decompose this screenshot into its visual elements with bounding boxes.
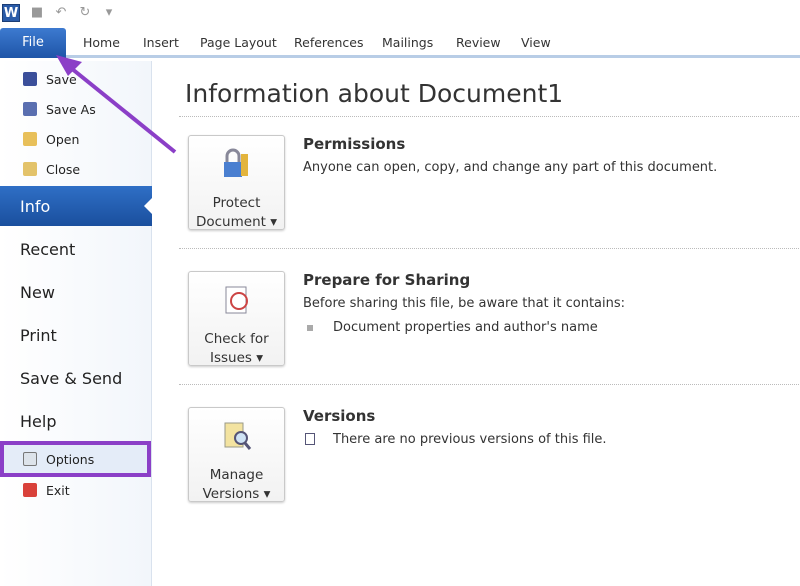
section-heading: Versions xyxy=(303,407,376,425)
versions-section: Versions There are no previous versions … xyxy=(303,407,607,450)
label: Manage xyxy=(209,467,264,483)
permissions-section: Permissions Anyone can open, copy, and c… xyxy=(303,135,717,178)
label: Close xyxy=(46,161,81,177)
section-heading: Prepare for Sharing xyxy=(303,271,471,289)
sidebar-item-recent[interactable]: Recent xyxy=(0,229,152,269)
sidebar-item-help[interactable]: Help xyxy=(0,401,152,441)
sidebar-item-options[interactable]: Options xyxy=(0,441,151,477)
document-check-icon xyxy=(225,286,248,314)
save-icon xyxy=(23,72,37,86)
list-item: Document properties and author's name xyxy=(303,318,625,338)
quick-access-toolbar: W ■ ↶ ↻ ▾ xyxy=(0,0,800,26)
label: Check for xyxy=(204,331,269,347)
info-pane: Information about Document1 Protect Docum… xyxy=(153,61,800,586)
page-title: Information about Document1 xyxy=(185,79,564,108)
label: Exit xyxy=(46,482,70,498)
section-heading: Permissions xyxy=(303,135,406,153)
sidebar-item-save-send[interactable]: Save & Send xyxy=(0,358,152,398)
sidebar-item-info[interactable]: Info xyxy=(0,186,152,226)
divider xyxy=(179,116,799,117)
label: Save xyxy=(46,71,77,87)
tab-review[interactable]: Review xyxy=(456,28,501,58)
label: Protect xyxy=(212,195,261,211)
sidebar-item-new[interactable]: New xyxy=(0,272,152,312)
tab-home[interactable]: Home xyxy=(83,28,120,58)
options-icon xyxy=(23,452,37,466)
label: Issues xyxy=(209,350,252,366)
exit-icon xyxy=(23,483,37,497)
undo-icon[interactable]: ↶ xyxy=(54,6,68,20)
section-text: Before sharing this file, be aware that … xyxy=(303,296,626,311)
versions-row: There are no previous versions of this f… xyxy=(303,430,607,450)
sidebar-item-save-as[interactable]: Save As xyxy=(0,99,152,119)
customize-toolbar-icon[interactable]: ▾ xyxy=(102,6,116,20)
check-for-issues-button[interactable]: Check for Issues ▾ xyxy=(188,271,285,366)
protect-document-button[interactable]: Protect Document ▾ xyxy=(188,135,285,230)
lock-key-icon xyxy=(224,148,248,177)
sidebar-item-save[interactable]: Save xyxy=(0,69,152,89)
backstage-sidebar: Save Save As Open Close Info Recent New … xyxy=(0,61,152,586)
document-icon xyxy=(305,433,315,445)
divider xyxy=(179,384,799,385)
section-text: Anyone can open, copy, and change any pa… xyxy=(303,160,718,175)
tab-file[interactable]: File xyxy=(0,28,66,58)
label: Open xyxy=(46,131,80,147)
redo-icon[interactable]: ↻ xyxy=(78,6,92,20)
label: Document xyxy=(195,214,266,230)
label: Options xyxy=(46,451,95,467)
sidebar-item-exit[interactable]: Exit xyxy=(0,480,152,500)
save-as-icon xyxy=(23,102,37,116)
word-logo-icon: W xyxy=(2,4,20,22)
label: Save As xyxy=(46,101,96,117)
sidebar-item-close[interactable]: Close xyxy=(0,159,152,179)
prepare-sharing-section: Prepare for Sharing Before sharing this … xyxy=(303,271,625,338)
sidebar-item-print[interactable]: Print xyxy=(0,315,152,355)
versions-magnifier-icon xyxy=(224,422,252,450)
sidebar-item-open[interactable]: Open xyxy=(0,129,152,149)
tab-mailings[interactable]: Mailings xyxy=(382,28,433,58)
tab-insert[interactable]: Insert xyxy=(143,28,179,58)
save-icon[interactable]: ■ xyxy=(30,6,44,20)
tab-page-layout[interactable]: Page Layout xyxy=(200,28,277,58)
open-folder-icon xyxy=(23,132,37,146)
ribbon-tabs: File Home Insert Page Layout References … xyxy=(0,28,800,58)
label: Versions xyxy=(202,486,260,502)
tab-view[interactable]: View xyxy=(521,28,551,58)
close-folder-icon xyxy=(23,162,37,176)
tab-references[interactable]: References xyxy=(294,28,363,58)
section-text: There are no previous versions of this f… xyxy=(333,432,607,447)
divider xyxy=(179,248,799,249)
manage-versions-button[interactable]: Manage Versions ▾ xyxy=(188,407,285,502)
